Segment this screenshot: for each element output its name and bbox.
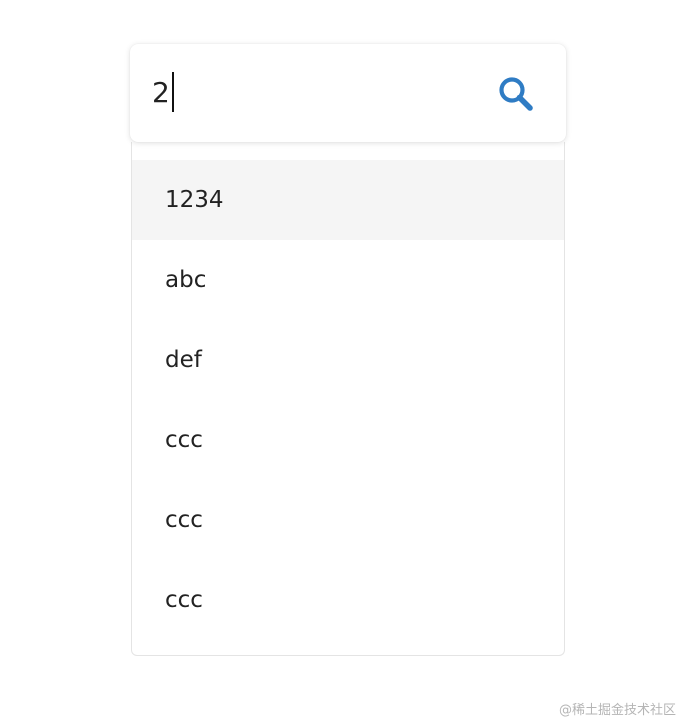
search-input[interactable]: 2	[152, 70, 175, 114]
suggestion-option[interactable]: abc	[132, 240, 564, 320]
text-caret	[172, 72, 175, 112]
watermark: @稀土掘金技术社区	[558, 703, 676, 718]
suggestion-label: def	[165, 347, 202, 373]
suggestion-option[interactable]: ccc	[132, 480, 564, 560]
suggestion-label: ccc	[165, 507, 203, 533]
page: 2 1234 abc def ccc ccc ccc @稀土掘金技术社区	[0, 0, 684, 724]
suggestion-option[interactable]: ccc	[132, 400, 564, 480]
search-icon[interactable]	[496, 74, 536, 114]
suggestion-dropdown: 1234 abc def ccc ccc ccc	[131, 142, 565, 656]
suggestion-option[interactable]: 1234	[132, 160, 564, 240]
suggestion-label: abc	[165, 267, 207, 293]
suggestion-label: ccc	[165, 587, 203, 613]
suggestion-label: 1234	[165, 187, 224, 213]
suggestion-option[interactable]: ccc	[132, 560, 564, 640]
suggestion-option[interactable]: def	[132, 320, 564, 400]
search-input-value: 2	[152, 75, 171, 109]
suggestion-label: ccc	[165, 427, 203, 453]
search-box[interactable]: 2	[130, 44, 566, 142]
